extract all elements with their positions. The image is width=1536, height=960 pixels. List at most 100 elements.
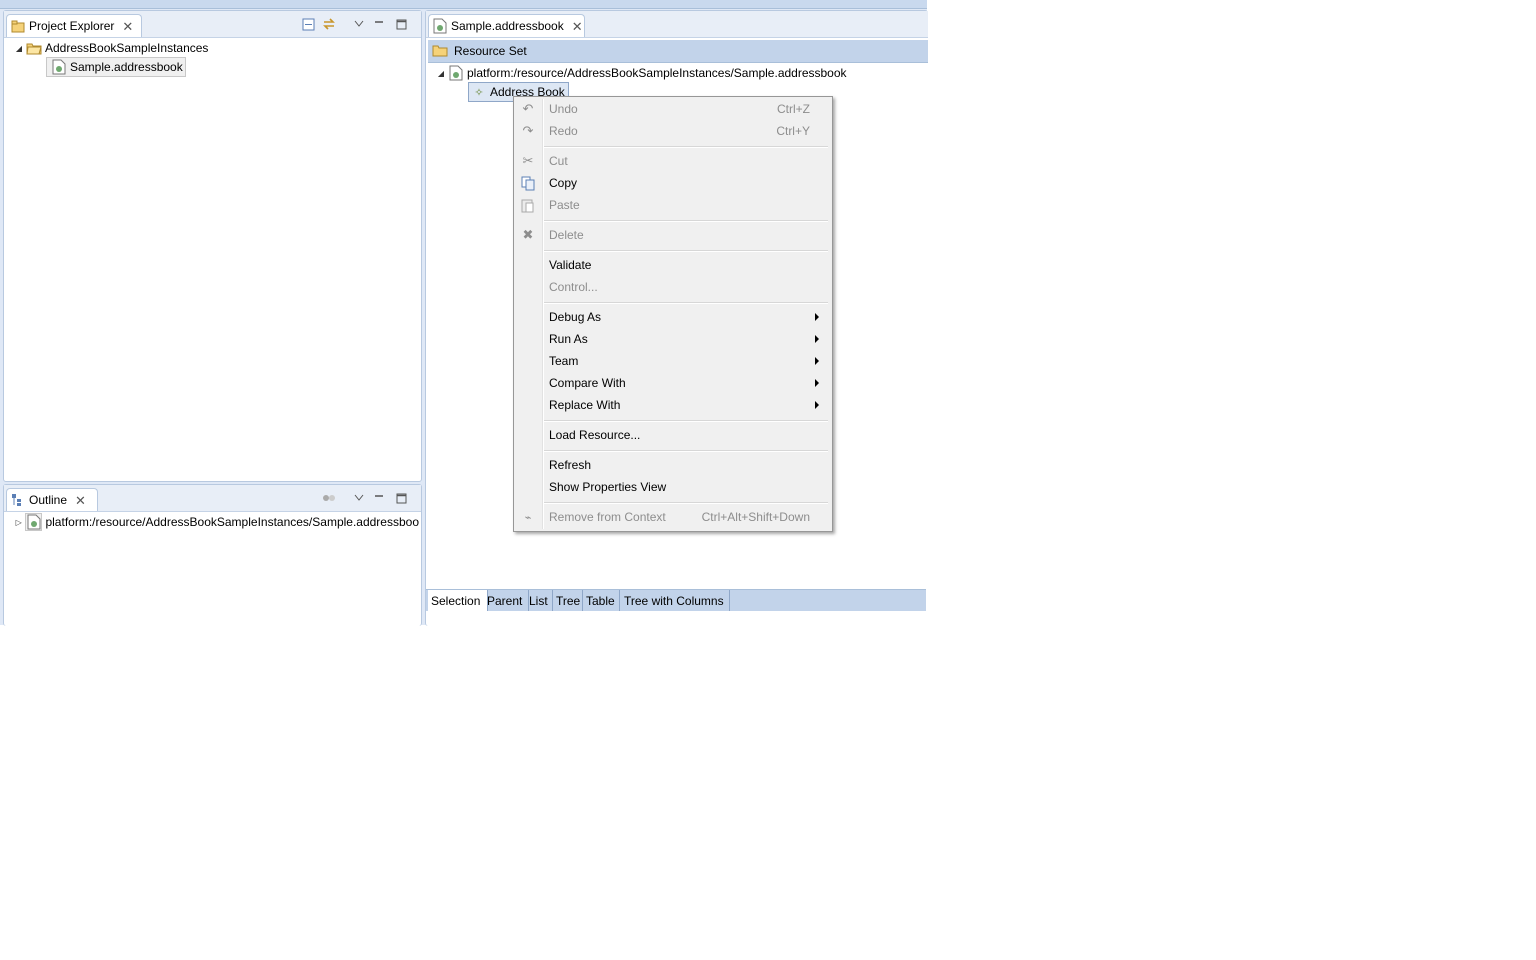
submenu-arrow-icon — [815, 357, 819, 365]
remove-context-icon: ⌁ — [524, 511, 532, 524]
tree-item-label: platform:/resource/AddressBookSampleInst… — [45, 515, 419, 529]
filter-icon[interactable] — [322, 491, 336, 505]
model-file-icon — [51, 59, 67, 75]
tab-label: Selection — [431, 593, 481, 608]
editor-bottom-tabs: Selection Parent List Tree Table Tree wi… — [426, 589, 926, 611]
tab-sample-addressbook[interactable]: Sample.addressbook ✕ — [428, 14, 585, 37]
editor-tab-title: Sample.addressbook — [451, 19, 564, 33]
top-toolbar-strip — [0, 0, 927, 9]
menu-item-debug-as[interactable]: Debug As — [516, 306, 828, 328]
editor-tree-item-resource[interactable]: ◢ platform:/resource/AddressBookSampleIn… — [436, 64, 847, 82]
tab-label: Tree with Columns — [624, 593, 724, 608]
menu-item-label: Compare With — [549, 376, 626, 390]
outline-title: Outline — [29, 493, 68, 507]
menu-item-label: Cut — [549, 154, 568, 168]
menu-item-refresh[interactable]: Refresh — [516, 454, 828, 476]
menu-item-team[interactable]: Team — [516, 350, 828, 372]
outline-view: Outline ✕ ▷ platform:/resource/AddressBo… — [3, 484, 422, 626]
tab-label: List — [529, 593, 548, 608]
tab-table[interactable]: Table — [583, 590, 620, 611]
project-explorer-tabbar: Project Explorer ✕ — [4, 11, 421, 38]
maximize-icon[interactable] — [394, 491, 408, 505]
menu-item-label: Control... — [549, 280, 598, 294]
menu-item-undo[interactable]: ↶ Undo Ctrl+Z — [516, 98, 828, 120]
menu-item-label: Validate — [549, 258, 592, 272]
menu-item-cut[interactable]: ✂ Cut — [516, 150, 828, 172]
outline-tabbar: Outline ✕ — [4, 485, 421, 512]
delete-icon: ✖ — [522, 227, 534, 242]
menu-item-label: Run As — [549, 332, 588, 346]
menu-item-label: Show Properties View — [549, 480, 667, 494]
tree-item-label: AddressBookSampleInstances — [45, 41, 209, 55]
tab-list[interactable]: List — [526, 590, 553, 611]
menu-item-show-properties-view[interactable]: Show Properties View — [516, 476, 828, 498]
close-icon[interactable]: ✕ — [122, 20, 133, 33]
tab-parent[interactable]: Parent — [484, 590, 529, 611]
maximize-icon[interactable] — [394, 17, 408, 31]
menu-item-compare-with[interactable]: Compare With — [516, 372, 828, 394]
project-explorer-icon — [11, 19, 25, 33]
tab-label: Parent — [487, 593, 523, 608]
menu-item-label: Debug As — [549, 310, 602, 324]
menu-item-paste[interactable]: Paste — [516, 194, 828, 216]
context-menu: ↶ Undo Ctrl+Z ↷ Redo Ctrl+Y ✂ Cut Copy P… — [513, 96, 833, 532]
menu-item-control[interactable]: Control... — [516, 276, 828, 298]
menu-item-label: Refresh — [549, 458, 592, 472]
menu-item-redo[interactable]: ↷ Redo Ctrl+Y — [516, 120, 828, 142]
tab-tree[interactable]: Tree — [553, 590, 583, 611]
minimize-icon[interactable] — [372, 17, 386, 31]
menu-item-shortcut: Ctrl+Y — [776, 124, 810, 138]
view-menu-icon[interactable] — [352, 17, 366, 31]
close-icon[interactable]: ✕ — [75, 494, 86, 507]
minimize-icon[interactable] — [372, 491, 386, 505]
submenu-arrow-icon — [815, 379, 819, 387]
tab-label: Tree — [556, 593, 581, 608]
menu-item-validate[interactable]: Validate — [516, 254, 828, 276]
close-icon[interactable]: ✕ — [572, 20, 583, 33]
menu-item-label: Replace With — [549, 398, 621, 412]
submenu-arrow-icon — [815, 401, 819, 409]
cut-icon: ✂ — [522, 153, 534, 168]
tree-item-sample-addressbook[interactable]: Sample.addressbook — [46, 57, 186, 77]
editor-tabbar: Sample.addressbook ✕ — [426, 11, 928, 38]
expanded-triangle-icon[interactable]: ◢ — [14, 43, 24, 53]
model-file-icon — [25, 513, 43, 531]
tab-tree-with-columns[interactable]: Tree with Columns — [621, 590, 730, 611]
menu-item-label: Load Resource... — [549, 428, 641, 442]
menu-item-label: Team — [549, 354, 579, 368]
collapse-all-icon[interactable] — [301, 17, 315, 31]
view-menu-icon[interactable] — [352, 491, 366, 505]
collapsed-triangle-icon[interactable]: ▷ — [14, 517, 23, 527]
submenu-arrow-icon — [815, 313, 819, 321]
resource-set-icon — [432, 43, 448, 59]
link-with-editor-icon[interactable] — [322, 17, 336, 31]
tree-item-project[interactable]: ◢ AddressBookSampleInstances — [14, 39, 209, 57]
menu-item-label: Undo — [549, 102, 578, 116]
model-file-icon — [448, 65, 464, 81]
menu-item-delete[interactable]: ✖ Delete — [516, 224, 828, 246]
menu-item-remove-from-context[interactable]: ⌁ Remove from Context Ctrl+Alt+Shift+Dow… — [516, 506, 828, 528]
tab-project-explorer[interactable]: Project Explorer ✕ — [6, 14, 142, 37]
menu-separator — [544, 450, 828, 452]
tab-outline[interactable]: Outline ✕ — [6, 488, 98, 511]
menu-separator — [544, 220, 828, 222]
address-book-icon: ✧ — [474, 86, 484, 99]
menu-separator — [544, 502, 828, 504]
menu-item-label: Delete — [549, 228, 584, 242]
tab-selection[interactable]: Selection — [428, 590, 488, 611]
tree-item-label: platform:/resource/AddressBookSampleInst… — [467, 66, 847, 80]
menu-item-label: Redo — [549, 124, 578, 138]
menu-item-label: Remove from Context — [549, 510, 666, 524]
menu-item-load-resource[interactable]: Load Resource... — [516, 424, 828, 446]
project-folder-icon — [26, 40, 42, 56]
menu-item-run-as[interactable]: Run As — [516, 328, 828, 350]
menu-separator — [544, 302, 828, 304]
outline-tree-item[interactable]: ▷ platform:/resource/AddressBookSampleIn… — [14, 513, 419, 531]
tab-label: Table — [586, 593, 615, 608]
menu-item-replace-with[interactable]: Replace With — [516, 394, 828, 416]
project-explorer-title: Project Explorer — [29, 19, 115, 33]
menu-item-label: Paste — [549, 198, 580, 212]
menu-item-copy[interactable]: Copy — [516, 172, 828, 194]
menu-separator — [544, 420, 828, 422]
expanded-triangle-icon[interactable]: ◢ — [436, 68, 446, 78]
